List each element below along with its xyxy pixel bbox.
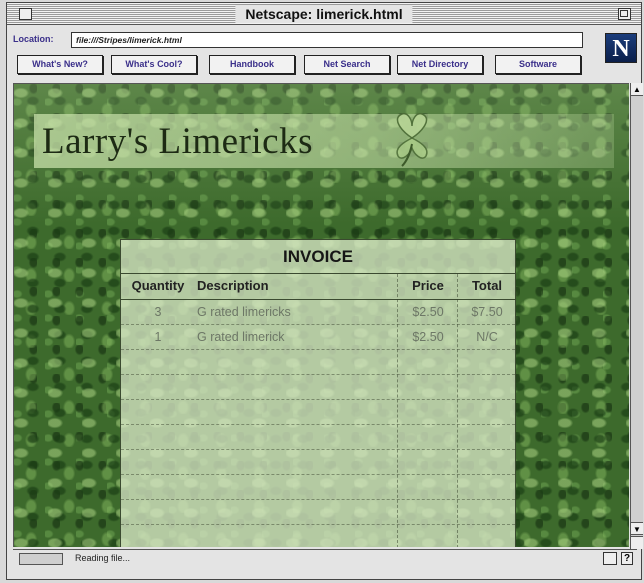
title-bar[interactable]: Netscape: limerick.html	[7, 3, 641, 25]
page-content: Larry's Limericks INVOICE Quantity Descr…	[13, 83, 629, 547]
software-button[interactable]: Software	[495, 55, 581, 74]
empty-table-row	[121, 500, 515, 525]
empty-table-row	[121, 400, 515, 425]
invoice-table: Quantity Description Price Total 3 G rat…	[121, 274, 515, 547]
table-row: 3 G rated limericks $2.50 $7.50	[121, 300, 515, 325]
net-directory-button[interactable]: Net Directory	[397, 55, 483, 74]
location-field[interactable]: file:///Stripes/limerick.html	[71, 32, 583, 48]
empty-table-row	[121, 475, 515, 500]
size-grip-icon[interactable]	[631, 536, 643, 549]
empty-table-row	[121, 350, 515, 375]
window-title: Netscape: limerick.html	[235, 5, 413, 23]
column-divider	[397, 274, 398, 547]
page-title: Larry's Limericks	[42, 121, 313, 162]
empty-table-row	[121, 375, 515, 400]
column-header-quantity: Quantity	[131, 278, 185, 293]
clover-icon	[396, 112, 428, 167]
status-text: Reading file...	[75, 553, 131, 563]
column-header-price: Price	[412, 278, 444, 293]
location-label: Location:	[13, 34, 54, 44]
whats-cool-button[interactable]: What's Cool?	[111, 55, 197, 74]
column-header-total: Total	[471, 278, 503, 293]
price-cell: $2.50	[412, 330, 444, 344]
table-header-row: Quantity Description Price Total	[121, 274, 515, 300]
invoice-title: INVOICE	[121, 240, 515, 274]
whats-new-button[interactable]: What's New?	[17, 55, 103, 74]
handbook-button[interactable]: Handbook	[209, 55, 295, 74]
zoom-box-icon[interactable]	[618, 8, 631, 20]
total-cell: $7.50	[471, 305, 503, 319]
column-divider	[457, 274, 458, 547]
location-bar: Location: file:///Stripes/limerick.html	[7, 29, 597, 49]
price-cell: $2.50	[412, 305, 444, 319]
scroll-up-arrow-icon[interactable]: ▲	[631, 83, 643, 96]
net-search-button[interactable]: Net Search	[304, 55, 390, 74]
table-row: 1 G rated limerick $2.50 N/C	[121, 325, 515, 350]
mail-icon[interactable]	[603, 552, 617, 565]
browser-window: Netscape: limerick.html Location: file:/…	[6, 2, 643, 580]
directory-buttons: What's New? What's Cool? Handbook Net Se…	[17, 55, 597, 75]
total-cell: N/C	[476, 330, 498, 344]
security-key-icon[interactable]	[19, 553, 63, 565]
description-cell: G rated limerick	[197, 330, 285, 344]
empty-table-row	[121, 525, 515, 547]
quantity-cell: 3	[154, 305, 162, 319]
status-bar: Reading file... ?	[13, 549, 637, 567]
empty-table-row	[121, 425, 515, 450]
scroll-down-arrow-icon[interactable]: ▼	[631, 522, 643, 535]
netscape-logo[interactable]: N	[605, 33, 637, 63]
close-box-icon[interactable]	[19, 8, 32, 20]
invoice-panel: INVOICE Quantity Description Price Total…	[120, 239, 516, 547]
help-icon[interactable]: ?	[621, 552, 633, 565]
description-cell: G rated limericks	[197, 305, 291, 319]
column-header-description: Description	[197, 278, 269, 293]
vertical-scrollbar[interactable]: ▲ ▼	[630, 83, 643, 549]
empty-table-row	[121, 450, 515, 475]
quantity-cell: 1	[154, 330, 162, 344]
